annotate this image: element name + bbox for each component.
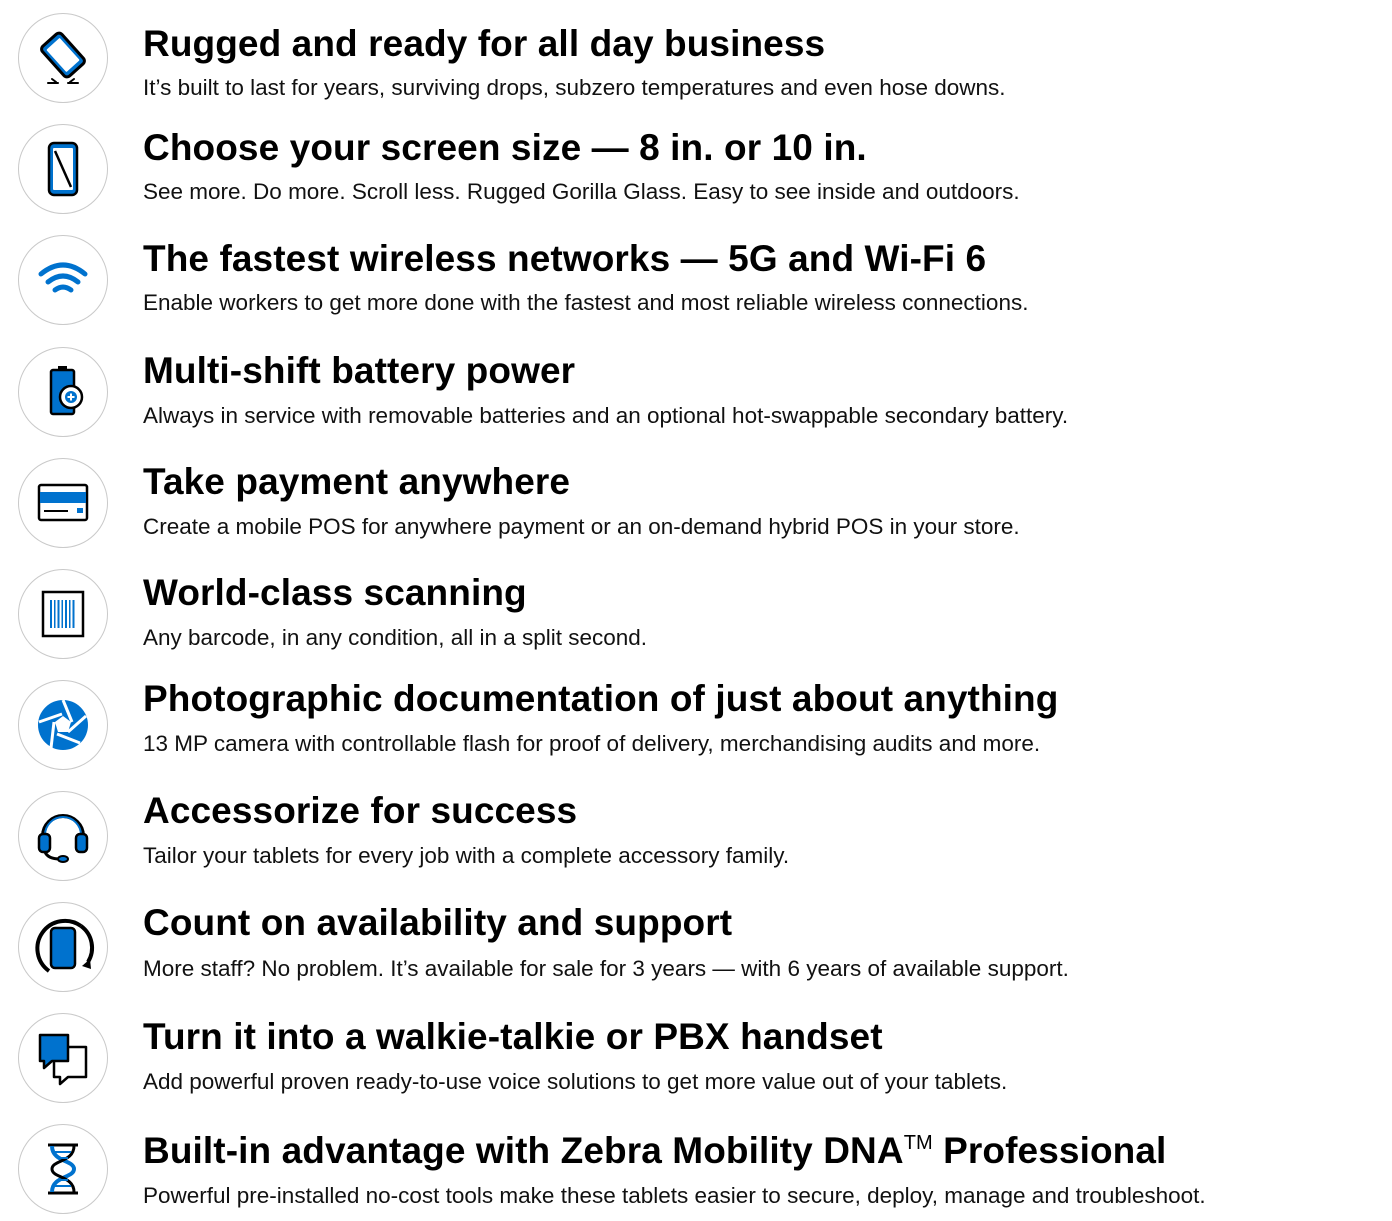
- feature-title: Turn it into a walkie-talkie or PBX hand…: [143, 1016, 883, 1057]
- feature-title: Multi-shift battery power: [143, 350, 576, 391]
- feature-item-accessories: Accessorize for success Tailor your tabl…: [0, 777, 1392, 888]
- battery-icon: [18, 347, 108, 437]
- feature-description: Always in service with removable batteri…: [143, 403, 1069, 428]
- feature-description: See more. Do more. Scroll less. Rugged G…: [143, 179, 1020, 204]
- feature-item-battery: Multi-shift battery power Always in serv…: [0, 333, 1392, 444]
- feature-description: It’s built to last for years, surviving …: [143, 75, 1006, 100]
- feature-item-wireless: The fastest wireless networks — 5G and W…: [0, 222, 1392, 333]
- headset-icon: [18, 791, 108, 881]
- device-lifecycle-icon: [18, 902, 108, 992]
- trademark-mark: TM: [903, 1132, 933, 1154]
- feature-description: Create a mobile POS for anywhere payment…: [143, 514, 1020, 539]
- wifi-icon: [18, 235, 108, 325]
- feature-description: Any barcode, in any condition, all in a …: [143, 625, 648, 650]
- screen-size-icon: [18, 124, 108, 214]
- feature-title: World-class scanning: [143, 572, 527, 613]
- feature-item-scanning: World-class scanning Any barcode, in any…: [0, 555, 1392, 666]
- feature-title: Choose your screen size — 8 in. or 10 in…: [143, 127, 867, 168]
- feature-title: Count on availability and support: [143, 902, 733, 943]
- feature-item-mobility-dna: Built-in advantage with Zebra Mobility D…: [0, 1110, 1392, 1221]
- payment-card-icon: [18, 458, 108, 548]
- feature-title: The fastest wireless networks — 5G and W…: [143, 238, 987, 279]
- feature-item-screen-size: Choose your screen size — 8 in. or 10 in…: [0, 111, 1392, 222]
- feature-description: Enable workers to get more done with the…: [143, 290, 1029, 315]
- feature-list: Rugged and ready for all day business It…: [0, 0, 1392, 1214]
- feature-item-availability: Count on availability and support More s…: [0, 888, 1392, 999]
- feature-title: Photographic documentation of just about…: [143, 678, 1059, 719]
- rugged-tablet-drop-icon: [18, 13, 108, 103]
- feature-description: More staff? No problem. It’s available f…: [143, 956, 1069, 981]
- feature-description: 13 MP camera with controllable flash for…: [143, 731, 1041, 756]
- barcode-scan-icon: [18, 569, 108, 659]
- dna-icon: [18, 1124, 108, 1214]
- feature-description: Powerful pre-installed no-cost tools mak…: [143, 1183, 1206, 1208]
- feature-title-suffix: Professional: [932, 1130, 1167, 1171]
- feature-title: Built-in advantage with Zebra Mobility D…: [143, 1130, 1166, 1172]
- feature-item-walkie-talkie: Turn it into a walkie-talkie or PBX hand…: [0, 999, 1392, 1110]
- feature-title: Rugged and ready for all day business: [143, 23, 826, 64]
- feature-item-camera: Photographic documentation of just about…: [0, 666, 1392, 777]
- feature-title-main: Built-in advantage with Zebra Mobility D…: [143, 1130, 904, 1171]
- camera-aperture-icon: [18, 680, 108, 770]
- feature-description: Add powerful proven ready-to-use voice s…: [143, 1069, 1008, 1094]
- feature-description: Tailor your tablets for every job with a…: [143, 843, 790, 868]
- feature-title: Take payment anywhere: [143, 461, 571, 502]
- feature-item-payment: Take payment anywhere Create a mobile PO…: [0, 444, 1392, 555]
- chat-bubbles-icon: [18, 1013, 108, 1103]
- feature-title: Accessorize for success: [143, 790, 578, 831]
- feature-item-rugged: Rugged and ready for all day business It…: [0, 0, 1392, 111]
